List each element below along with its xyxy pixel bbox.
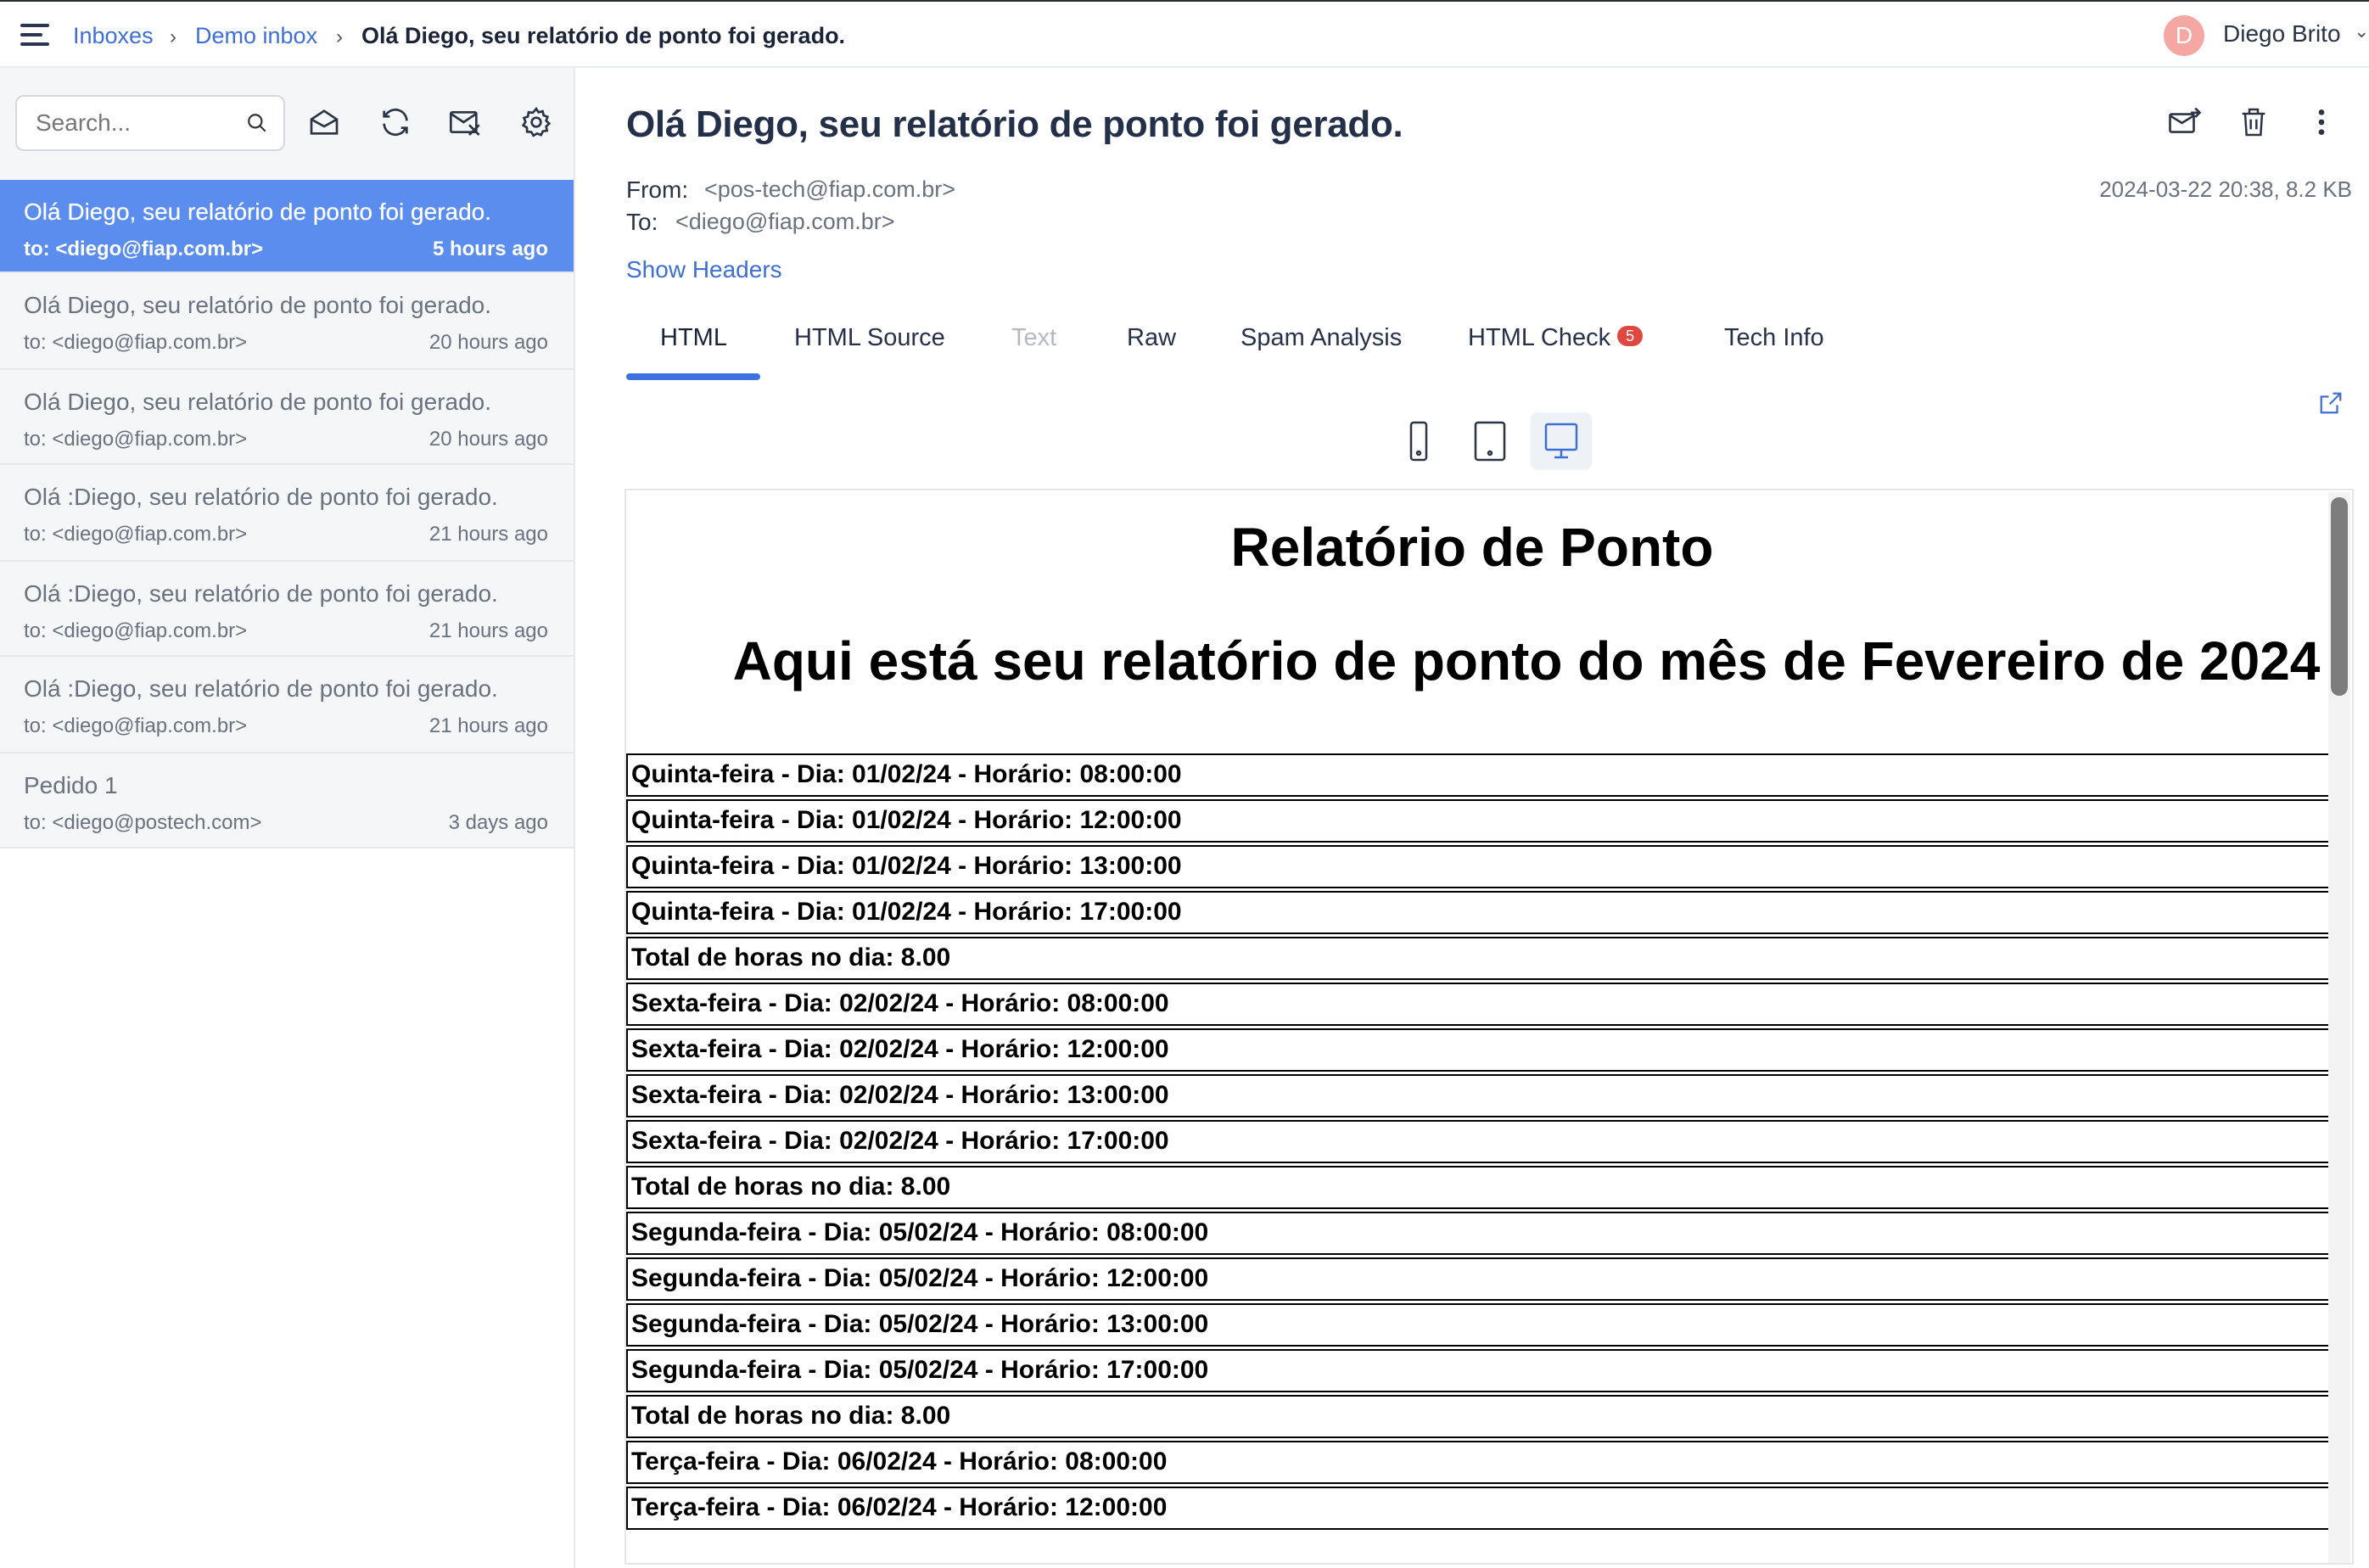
table-row: Terça-feira - Dia: 06/02/24 - Horário: 1… <box>626 1487 2330 1530</box>
avatar[interactable]: D <box>2164 15 2204 56</box>
from-label: From: <box>626 176 689 203</box>
table-row: Total de horas no dia: 8.00 <box>626 1166 2330 1209</box>
mail-subject: Olá :Diego, seu relatório de ponto foi g… <box>24 675 498 702</box>
mail-recipient: to: <diego@fiap.com.br> <box>24 238 264 260</box>
tablet-icon <box>1474 421 1506 462</box>
sidebar-empty-area <box>0 848 574 1568</box>
message-meta: 2024-03-22 20:38, 8.2 KB <box>2099 176 2352 202</box>
tab-text: Text <box>1011 324 1057 351</box>
search-input[interactable] <box>34 109 241 137</box>
mail-subject: Olá Diego, seu relatório de ponto foi ge… <box>24 199 492 225</box>
report-subheading: Aqui está seu relatório de ponto do mês … <box>732 630 2321 692</box>
mail-list-item[interactable]: Olá :Diego, seu relatório de ponto foi g… <box>0 562 574 657</box>
tab-tech-info[interactable]: Tech Info <box>1724 324 1824 352</box>
breadcrumb-inboxes[interactable]: Inboxes <box>73 20 154 51</box>
trash-icon[interactable] <box>2237 105 2271 139</box>
table-row: Segunda-feira - Dia: 05/02/24 - Horário:… <box>626 1212 2330 1255</box>
table-row: Quinta-feira - Dia: 01/02/24 - Horário: … <box>626 891 2330 934</box>
table-row: Quinta-feira - Dia: 01/02/24 - Horário: … <box>626 845 2330 888</box>
report-table: Quinta-feira - Dia: 01/02/24 - Horário: … <box>626 753 2330 1532</box>
message-pane: Olá Diego, seu relatório de ponto foi ge… <box>575 68 2369 1568</box>
tab-html-source[interactable]: HTML Source <box>794 324 945 352</box>
top-bar: Inboxes › Demo inbox › Olá Diego, seu re… <box>0 0 2369 68</box>
mail-recipient: to: <diego@fiap.com.br> <box>24 619 248 642</box>
search-box[interactable] <box>15 95 285 151</box>
mail-time: 20 hours ago <box>428 331 548 354</box>
mail-subject: Olá :Diego, seu relatório de ponto foi g… <box>24 580 498 607</box>
mark-all-read-icon[interactable] <box>307 105 341 139</box>
mail-list-item[interactable]: Olá Diego, seu relatório de ponto foi ge… <box>0 180 574 273</box>
forward-mail-icon[interactable] <box>2167 105 2203 141</box>
mail-subject: Olá Diego, seu relatório de ponto foi ge… <box>24 389 492 415</box>
table-row: Quinta-feira - Dia: 01/02/24 - Horário: … <box>626 799 2330 843</box>
mail-list-item[interactable]: Olá Diego, seu relatório de ponto foi ge… <box>0 273 574 370</box>
tab-spam-analysis[interactable]: Spam Analysis <box>1241 324 1402 352</box>
breadcrumb-separator-icon: › <box>336 25 343 48</box>
mail-recipient: to: <diego@fiap.com.br> <box>24 331 248 354</box>
mail-subject: Olá :Diego, seu relatório de ponto foi g… <box>24 484 498 510</box>
mail-list-item[interactable]: Olá :Diego, seu relatório de ponto foi g… <box>0 465 574 562</box>
active-tab-indicator <box>626 373 760 380</box>
desktop-view-button[interactable] <box>1531 412 1592 470</box>
chevron-down-icon[interactable]: ⌄ <box>2354 20 2369 42</box>
mail-time: 3 days ago <box>448 811 548 834</box>
table-row: Terça-feira - Dia: 06/02/24 - Horário: 0… <box>626 1441 2330 1484</box>
table-row: Segunda-feira - Dia: 05/02/24 - Horário:… <box>626 1257 2330 1301</box>
tab-raw[interactable]: Raw <box>1127 324 1176 352</box>
mail-list-item[interactable]: Olá :Diego, seu relatório de ponto foi g… <box>0 657 574 753</box>
to-label: To: <box>626 209 658 235</box>
mail-subject: Pedido 1 <box>24 772 118 798</box>
mail-time: 21 hours ago <box>428 714 548 737</box>
sidebar: Olá Diego, seu relatório de ponto foi ge… <box>0 68 575 1568</box>
show-headers-link[interactable]: Show Headers <box>626 256 782 283</box>
mail-recipient: to: <diego@fiap.com.br> <box>24 714 248 737</box>
breadcrumb-demo-inbox[interactable]: Demo inbox <box>195 20 317 51</box>
email-preview-frame[interactable]: Relatório de Ponto Aqui está seu relatór… <box>624 489 2354 1565</box>
scrollbar-thumb[interactable] <box>2331 497 2348 696</box>
tab-html-check-label: HTML Check <box>1468 324 1611 351</box>
tab-html[interactable]: HTML <box>660 324 727 352</box>
breadcrumb-current: Olá Diego, seu relatório de ponto foi ge… <box>361 23 846 48</box>
mail-recipient: to: <diego@postech.com> <box>24 811 262 834</box>
delete-all-mail-icon[interactable] <box>448 105 482 139</box>
message-title: Olá Diego, seu relatório de ponto foi ge… <box>626 104 1403 145</box>
tablet-view-button[interactable] <box>1459 412 1521 470</box>
table-row: Sexta-feira - Dia: 02/02/24 - Horário: 1… <box>626 1028 2330 1072</box>
mail-time: 20 hours ago <box>428 428 548 451</box>
table-row: Sexta-feira - Dia: 02/02/24 - Horário: 0… <box>626 983 2330 1026</box>
mail-recipient: to: <diego@fiap.com.br> <box>24 523 248 546</box>
from-address: <pos-tech@fiap.com.br> <box>704 176 956 202</box>
mail-recipient: to: <diego@fiap.com.br> <box>24 428 248 451</box>
table-row: Quinta-feira - Dia: 01/02/24 - Horário: … <box>626 753 2330 797</box>
table-row: Total de horas no dia: 8.00 <box>626 1395 2330 1438</box>
phone-icon <box>1409 421 1428 462</box>
mail-time: 21 hours ago <box>428 619 548 642</box>
tab-html-check[interactable]: HTML Check 5 <box>1468 324 1644 352</box>
search-icon[interactable] <box>246 112 268 134</box>
report-heading: Relatório de Ponto <box>1230 517 1714 578</box>
table-row: Total de horas no dia: 8.00 <box>626 937 2330 980</box>
mail-time: 21 hours ago <box>428 523 548 546</box>
table-row: Sexta-feira - Dia: 02/02/24 - Horário: 1… <box>626 1120 2330 1163</box>
table-row: Segunda-feira - Dia: 05/02/24 - Horário:… <box>626 1349 2330 1392</box>
desktop-icon <box>1544 423 1578 459</box>
breadcrumb-separator-icon: › <box>170 25 176 48</box>
user-name[interactable]: Diego Brito <box>2223 20 2341 48</box>
open-external-icon[interactable] <box>2318 390 2344 416</box>
table-row: Sexta-feira - Dia: 02/02/24 - Horário: 1… <box>626 1074 2330 1117</box>
mobile-view-button[interactable] <box>1388 412 1449 470</box>
refresh-icon[interactable] <box>378 105 412 139</box>
gear-icon[interactable] <box>519 105 553 139</box>
mail-subject: Olá Diego, seu relatório de ponto foi ge… <box>24 292 492 318</box>
to-address: <diego@fiap.com.br> <box>675 209 895 234</box>
html-check-badge: 5 <box>1617 326 1644 347</box>
table-row: Segunda-feira - Dia: 05/02/24 - Horário:… <box>626 1303 2330 1347</box>
mail-list-item[interactable]: Pedido 1 to: <diego@postech.com> 3 days … <box>0 753 574 848</box>
mail-time: 5 hours ago <box>432 238 548 260</box>
mail-list-item[interactable]: Olá Diego, seu relatório de ponto foi ge… <box>0 370 574 465</box>
menu-icon[interactable] <box>20 24 49 48</box>
more-options-icon[interactable] <box>2313 105 2330 139</box>
